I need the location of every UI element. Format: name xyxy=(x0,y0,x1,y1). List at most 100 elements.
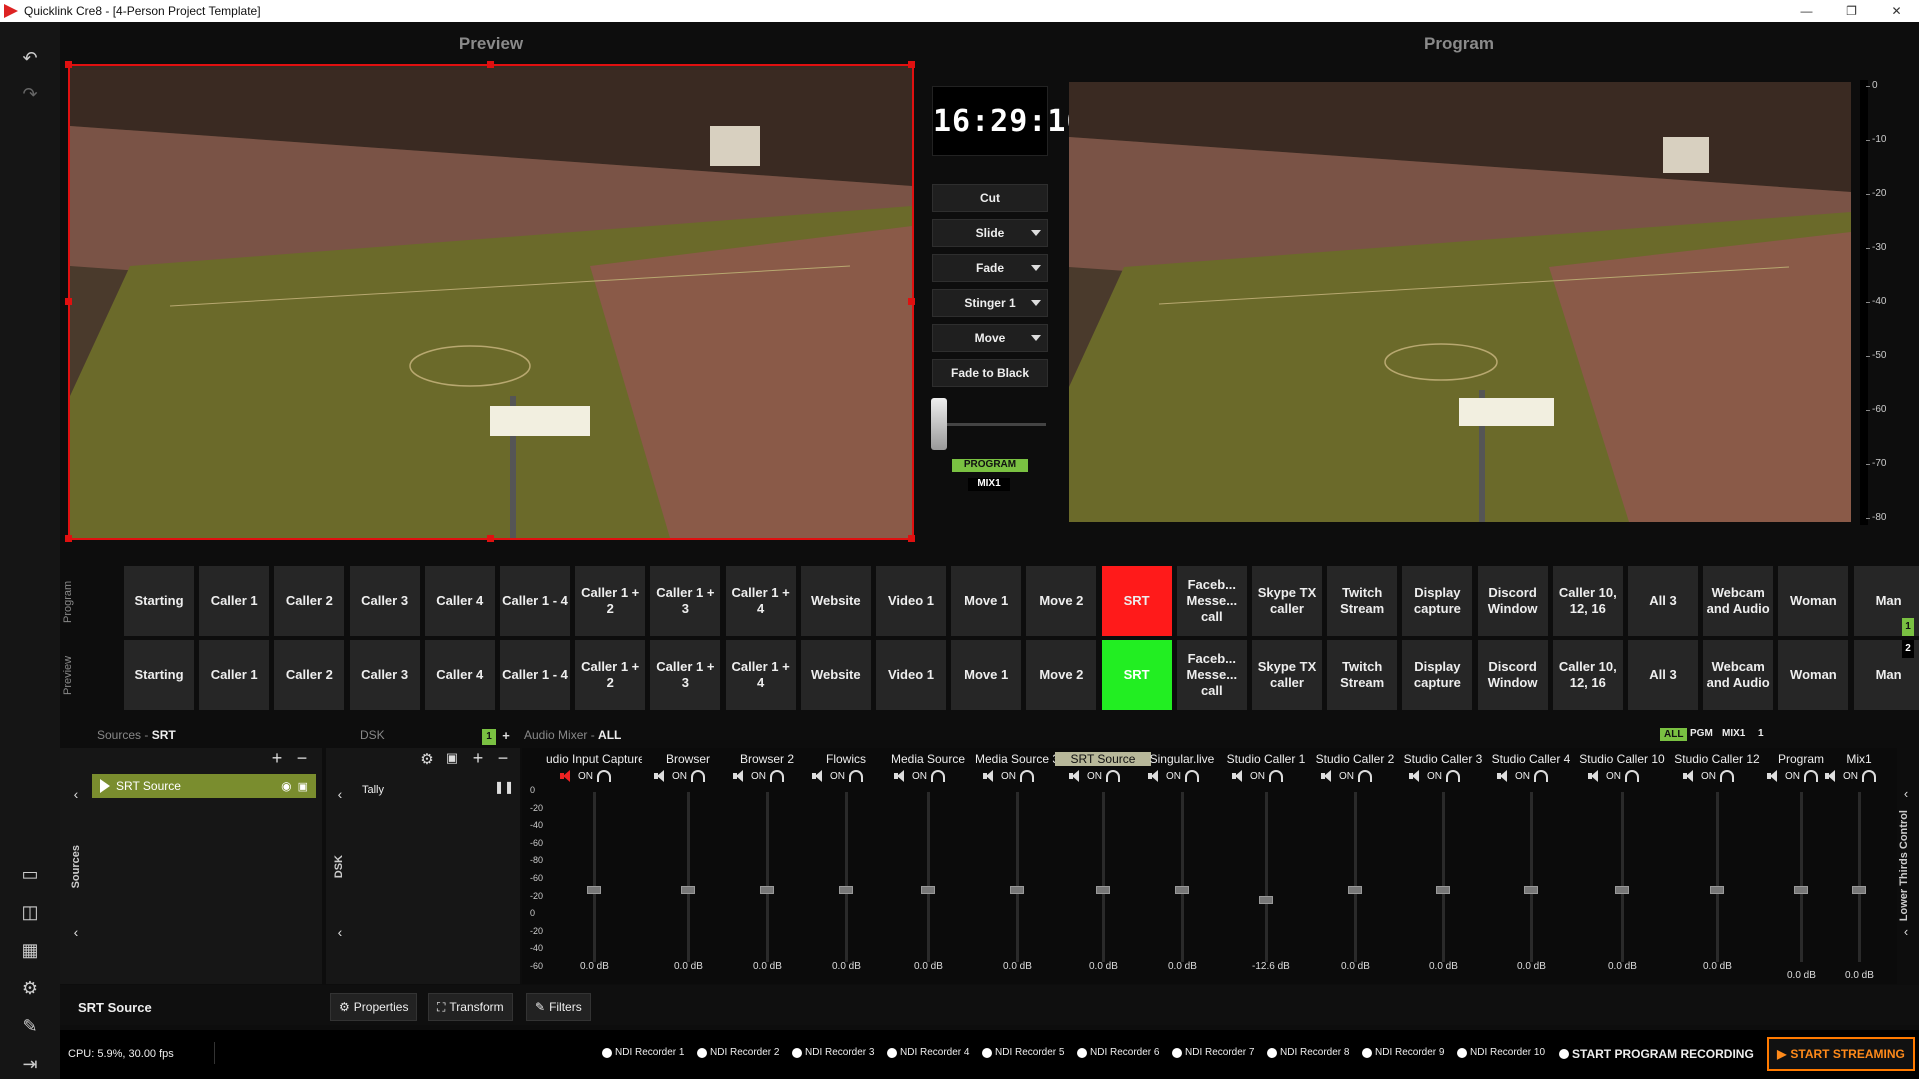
chevron-down-icon[interactable] xyxy=(1031,230,1041,236)
headphones-icon[interactable] xyxy=(1020,770,1034,782)
program-source-0[interactable]: Starting xyxy=(124,566,194,636)
program-source-5[interactable]: Caller 1 - 4 xyxy=(500,566,570,636)
chevron-down-icon[interactable] xyxy=(1031,335,1041,341)
speaker-icon[interactable] xyxy=(983,770,997,782)
on-toggle[interactable]: ON xyxy=(1339,771,1354,782)
preview-source-12[interactable]: Move 2 xyxy=(1026,640,1097,710)
fade-to-black-button[interactable]: Fade to Black xyxy=(932,359,1048,387)
preview-source-11[interactable]: Move 1 xyxy=(951,640,1022,710)
headphones-icon[interactable] xyxy=(1185,770,1199,782)
fader-knob[interactable] xyxy=(839,886,853,894)
speaker-icon[interactable] xyxy=(654,770,668,782)
minimize-button[interactable]: — xyxy=(1784,0,1829,22)
speaker-icon[interactable] xyxy=(1497,770,1511,782)
program-source-20[interactable]: All 3 xyxy=(1628,566,1698,636)
speaker-icon[interactable] xyxy=(1588,770,1602,782)
ndi-recorder-toggle[interactable]: NDI Recorder 3 xyxy=(792,1047,874,1058)
chevron-left-icon[interactable]: ‹ xyxy=(66,786,86,802)
exit-icon[interactable]: ⇥ xyxy=(16,1050,44,1078)
preview-source-21[interactable]: Webcam and Audio xyxy=(1703,640,1774,710)
program-source-22[interactable]: Woman xyxy=(1778,566,1849,636)
add-icon[interactable]: + xyxy=(267,748,287,769)
program-source-2[interactable]: Caller 2 xyxy=(274,566,345,636)
program-source-6[interactable]: Caller 1 + 2 xyxy=(575,566,646,636)
program-source-11[interactable]: Move 1 xyxy=(951,566,1022,636)
speaker-icon[interactable] xyxy=(1825,770,1839,782)
dsk-item-tally[interactable]: Tally xyxy=(362,784,384,796)
resize-handle[interactable] xyxy=(908,535,915,542)
program-source-1[interactable]: Caller 1 xyxy=(199,566,270,636)
preview-source-22[interactable]: Woman xyxy=(1778,640,1849,710)
chevron-down-icon[interactable] xyxy=(1031,300,1041,306)
ndi-recorder-toggle[interactable]: NDI Recorder 10 xyxy=(1457,1047,1545,1058)
dsk-badge[interactable]: 1 xyxy=(482,729,496,745)
speaker-icon[interactable] xyxy=(1148,770,1162,782)
fader-knob[interactable] xyxy=(587,886,601,894)
transform-button[interactable]: ⛶ Transform xyxy=(428,993,513,1021)
preview-source-2[interactable]: Caller 2 xyxy=(274,640,345,710)
start-streaming-button[interactable]: ▶ START STREAMING xyxy=(1767,1037,1915,1071)
chevron-left-icon[interactable]: ‹ xyxy=(330,924,350,940)
lock-icon[interactable]: ▣ xyxy=(298,780,308,793)
remove-icon[interactable]: − xyxy=(493,748,513,769)
program-source-21[interactable]: Webcam and Audio xyxy=(1703,566,1774,636)
preview-source-20[interactable]: All 3 xyxy=(1628,640,1698,710)
preview-source-14[interactable]: Faceb... Messe... call xyxy=(1176,640,1247,710)
headphones-icon[interactable] xyxy=(849,770,863,782)
preview-source-5[interactable]: Caller 1 - 4 xyxy=(500,640,570,710)
ndi-recorder-toggle[interactable]: NDI Recorder 9 xyxy=(1362,1047,1444,1058)
fader-knob[interactable] xyxy=(1436,886,1450,894)
preview-source-19[interactable]: Caller 10, 12, 16 xyxy=(1552,640,1623,710)
on-toggle[interactable]: ON xyxy=(1701,771,1716,782)
preview-source-13[interactable]: SRT xyxy=(1101,640,1172,710)
maximize-button[interactable]: ❐ xyxy=(1829,0,1874,22)
headphones-icon[interactable] xyxy=(770,770,784,782)
headphones-icon[interactable] xyxy=(931,770,945,782)
speaker-icon[interactable] xyxy=(1321,770,1335,782)
speaker-icon[interactable] xyxy=(1232,770,1246,782)
cut-button[interactable]: Cut xyxy=(932,184,1048,212)
muted-speaker-icon[interactable] xyxy=(560,770,574,782)
speaker-icon[interactable] xyxy=(1409,770,1423,782)
headphones-icon[interactable] xyxy=(1720,770,1734,782)
headphones-icon[interactable] xyxy=(1269,770,1283,782)
resize-handle[interactable] xyxy=(487,61,494,68)
headphones-icon[interactable] xyxy=(1625,770,1639,782)
mixer-tab-1[interactable]: 1 xyxy=(1758,728,1764,739)
speaker-icon[interactable] xyxy=(1683,770,1697,782)
on-toggle[interactable]: ON xyxy=(1515,771,1530,782)
preview-source-0[interactable]: Starting xyxy=(124,640,194,710)
on-toggle[interactable]: ON xyxy=(1606,771,1621,782)
dsk-add-button[interactable]: + xyxy=(500,728,512,743)
filters-button[interactable]: ✎ Filters xyxy=(526,993,591,1021)
program-source-9[interactable]: Website xyxy=(800,566,871,636)
on-toggle[interactable]: ON xyxy=(1427,771,1442,782)
headphones-icon[interactable] xyxy=(691,770,705,782)
headphones-icon[interactable] xyxy=(1804,770,1818,782)
ndi-recorder-toggle[interactable]: NDI Recorder 8 xyxy=(1267,1047,1349,1058)
preview-source-3[interactable]: Caller 3 xyxy=(349,640,420,710)
ndi-recorder-toggle[interactable]: NDI Recorder 1 xyxy=(602,1047,684,1058)
on-toggle[interactable]: ON xyxy=(578,771,593,782)
fader-knob[interactable] xyxy=(1010,886,1024,894)
preview-source-10[interactable]: Video 1 xyxy=(876,640,946,710)
fader-knob[interactable] xyxy=(1710,886,1724,894)
program-source-10[interactable]: Video 1 xyxy=(876,566,946,636)
program-source-3[interactable]: Caller 3 xyxy=(349,566,420,636)
fader-knob[interactable] xyxy=(1852,886,1866,894)
fader-knob[interactable] xyxy=(1615,886,1629,894)
headphones-icon[interactable] xyxy=(597,770,611,782)
remove-icon[interactable]: − xyxy=(292,748,312,769)
properties-button[interactable]: ⚙ Properties xyxy=(330,993,418,1021)
program-source-16[interactable]: Twitch Stream xyxy=(1327,566,1398,636)
on-toggle[interactable]: ON xyxy=(830,771,845,782)
settings-icon[interactable]: ⚙ xyxy=(16,974,44,1002)
chevron-left-icon[interactable]: ‹ xyxy=(1896,924,1916,939)
program-source-18[interactable]: Discord Window xyxy=(1477,566,1548,636)
fader-knob[interactable] xyxy=(1096,886,1110,894)
fader-knob[interactable] xyxy=(1794,886,1808,894)
layout-icon[interactable]: ▦ xyxy=(16,936,44,964)
ndi-recorder-toggle[interactable]: NDI Recorder 4 xyxy=(887,1047,969,1058)
on-toggle[interactable]: ON xyxy=(912,771,927,782)
fader-knob[interactable] xyxy=(1259,895,1273,904)
